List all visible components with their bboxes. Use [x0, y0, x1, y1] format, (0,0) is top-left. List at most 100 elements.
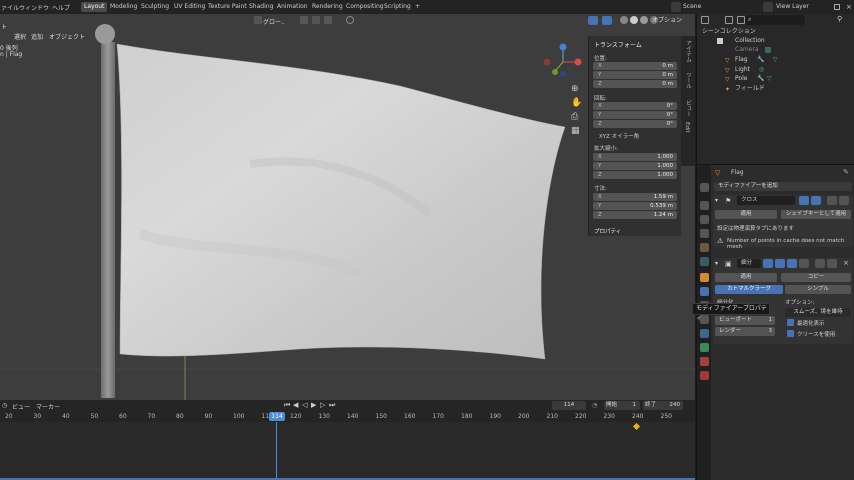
perspective-grid-icon[interactable]: ▦ [571, 126, 581, 136]
mode-icon[interactable] [737, 16, 745, 24]
outliner-row[interactable]: Camera [697, 45, 854, 55]
move-down-icon[interactable] [839, 196, 849, 205]
timeline[interactable]: ◷ ビュー マーカー ⏮ ◀ ◁ ▶ ▷ ⏭ 114 ◔ 開始 1 終了 240 2… [0, 400, 695, 480]
tab-tool[interactable]: ツール [684, 72, 692, 89]
outliner-search-input[interactable]: ⌕ [745, 15, 805, 25]
collapse-icon[interactable]: ▾ [715, 197, 718, 204]
tab-modeling[interactable]: Modeling [107, 2, 140, 12]
transform-title[interactable]: トランスフォーム [594, 40, 642, 49]
move-down-icon[interactable] [827, 259, 837, 268]
show-render-icon[interactable] [775, 259, 785, 268]
snap-target-icon[interactable] [324, 16, 332, 24]
pin-icon[interactable]: ✎ [843, 168, 849, 176]
rotation-z-field[interactable]: Z 0° [593, 120, 677, 128]
orientation-icon[interactable] [254, 16, 262, 24]
scene-icon[interactable] [671, 2, 681, 12]
render-tab-icon[interactable] [700, 201, 709, 210]
pan-hand-icon[interactable]: ✋ [571, 98, 582, 108]
tab-add[interactable]: + [412, 2, 423, 12]
location-z-field[interactable]: Z0 m [593, 80, 677, 88]
tab-texture-paint[interactable]: Texture Paint [205, 2, 250, 12]
menu-help[interactable]: ヘルプ [52, 3, 70, 12]
sync-icon[interactable] [725, 16, 733, 24]
menu-select[interactable]: 選択 [14, 32, 26, 41]
subsurf-apply-button[interactable]: 適用 [715, 273, 777, 282]
new-layer-icon[interactable] [834, 4, 840, 10]
on-cage-icon[interactable] [799, 259, 809, 268]
move-up-icon[interactable] [827, 196, 837, 205]
tab-shading[interactable]: Shading [246, 2, 276, 12]
zoom-icon[interactable]: ⊕ [571, 84, 581, 94]
render-levels-field[interactable]: レンダー 3 [715, 327, 775, 336]
menu-add[interactable]: 追加 [31, 32, 43, 41]
frame-ruler[interactable]: 20 30 40 50 60 70 80 90 100 110 120 130 140 150 160 170… [0, 400, 695, 422]
menu-window[interactable]: ウィンドウ [19, 3, 49, 12]
modifier-tab-icon[interactable] [700, 287, 709, 296]
texture-tab-icon[interactable] [700, 371, 709, 380]
tab-sculpting[interactable]: Sculpting [138, 2, 172, 12]
filter-icon[interactable]: ⚲ [837, 15, 842, 23]
camera-view-icon[interactable]: ⎙ [571, 112, 581, 122]
tab-view[interactable]: ビュー [684, 100, 692, 117]
cloth-apply-button[interactable]: 適用 [715, 210, 777, 219]
remove-icon[interactable]: × [843, 259, 849, 267]
view-layer-tab-icon[interactable] [700, 229, 709, 238]
catmull-clark-button[interactable]: カトマルクラーク [715, 285, 783, 294]
outliner-row[interactable]: ▽ Pole 🔧 ▽ [697, 74, 854, 84]
outliner-row[interactable]: ▽ Flag 🔧 ▽ [697, 55, 854, 65]
display-mode-icon[interactable] [701, 16, 709, 24]
world-tab-icon[interactable] [700, 257, 709, 266]
rotation-mode-select[interactable]: XYZ オイラー角 [599, 132, 639, 140]
gizmo-toggle-icon[interactable] [588, 16, 598, 25]
transform-orientation[interactable]: グロー.. [263, 17, 285, 26]
location-x-field[interactable]: X0 m [593, 62, 677, 70]
location-y-field[interactable]: Y0 m [593, 71, 677, 79]
use-crease-checkbox[interactable] [787, 330, 794, 337]
show-viewport-icon[interactable] [811, 196, 821, 205]
material-tab-icon[interactable] [700, 357, 709, 366]
menu-object[interactable]: オブジェクト [49, 32, 85, 41]
scale-y-field[interactable]: Y 1.000 [593, 162, 677, 170]
boundary-smooth-select[interactable]: スムーズ、境を維持 [785, 308, 851, 317]
view-layer-icon[interactable] [763, 2, 773, 12]
menu-file[interactable]: ァイル [1, 3, 19, 12]
shading-solid-icon[interactable] [630, 16, 638, 24]
cloth-name-field[interactable]: クロス [737, 196, 795, 205]
scale-x-field[interactable]: X 1.000 [593, 153, 677, 161]
dim-x-field[interactable]: X 1.59 m [593, 193, 677, 201]
shading-wire-icon[interactable] [620, 16, 628, 24]
checkbox-icon[interactable] [717, 38, 723, 44]
playhead-handle[interactable]: 114 [269, 412, 285, 421]
simple-button[interactable]: シンプル [785, 285, 851, 294]
collapse-icon[interactable]: ▾ [715, 260, 718, 267]
rotation-x-field[interactable]: X 0° [593, 102, 677, 110]
show-render-icon[interactable] [799, 196, 809, 205]
properties-section[interactable]: プロパティ [594, 227, 621, 235]
tab-item[interactable]: アイテム [684, 40, 692, 62]
edit-mode-icon[interactable] [763, 259, 773, 268]
dim-z-field[interactable]: Z 1.24 m [593, 211, 677, 219]
tab-scripting[interactable]: Scripting [381, 2, 414, 12]
timeline-track-area[interactable] [0, 422, 695, 480]
tool-tab-icon[interactable] [700, 183, 709, 192]
constraints-tab-icon[interactable] [700, 329, 709, 338]
close-icon[interactable]: × [846, 3, 852, 11]
navigation-gizmo[interactable] [543, 43, 582, 78]
rotation-y-field[interactable]: Y 0° [593, 111, 677, 119]
scene-tab-icon[interactable] [700, 243, 709, 252]
data-tab-icon[interactable] [700, 343, 709, 352]
dim-y-field[interactable]: Y 0.539 m [593, 202, 677, 210]
pivot-icon[interactable] [300, 16, 308, 24]
apply-as-shape-button[interactable]: シェイプキーとして適用 [781, 210, 851, 219]
tab-layout[interactable]: Layout [81, 2, 108, 12]
viewport-levels-field[interactable]: ビューポート 1 [715, 316, 775, 325]
subsurf-name-field[interactable]: 細分 [737, 259, 761, 268]
move-up-icon[interactable] [815, 259, 825, 268]
scene-name[interactable]: Scene [683, 3, 701, 10]
outliner-row[interactable]: ✦ フィールド [697, 84, 854, 94]
modifier-icon[interactable]: 🔧 [757, 55, 764, 65]
proportional-edit-icon[interactable] [346, 16, 354, 24]
tab-rendering[interactable]: Rendering [309, 2, 346, 12]
view-layer-name[interactable]: View Layer [776, 3, 809, 10]
scale-z-field[interactable]: Z 1.000 [593, 171, 677, 179]
